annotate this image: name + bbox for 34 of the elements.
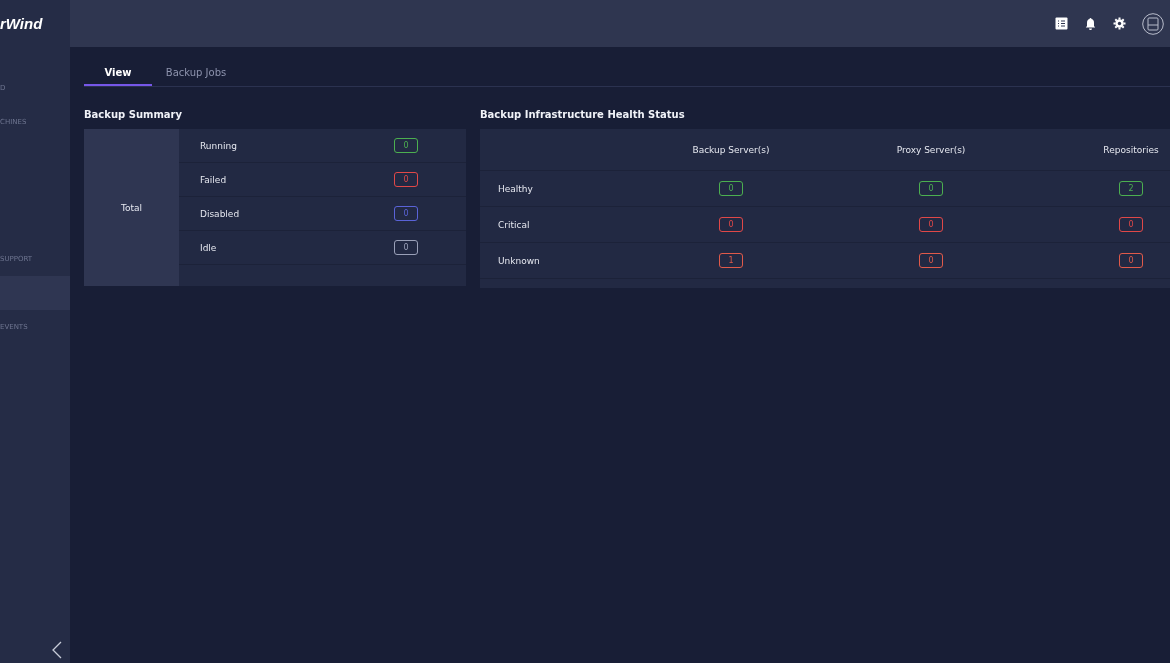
count-badge: 0	[394, 172, 418, 187]
column-header: Repositories	[1031, 129, 1170, 171]
logo: rWind	[0, 14, 44, 34]
collapse-icon[interactable]	[52, 641, 62, 659]
row-label: Critical	[480, 207, 631, 243]
count-badge: 0	[719, 181, 743, 196]
row-label: Healthy	[480, 171, 631, 207]
column-header: Backup Server(s)	[631, 129, 831, 171]
status-label: Running	[200, 140, 237, 151]
section-title: Backup Summary	[84, 109, 184, 120]
count-badge: 0	[394, 240, 418, 255]
count-badge: 0	[394, 206, 418, 221]
count-badge: 0	[1119, 253, 1143, 268]
count-badge: 2	[1119, 181, 1143, 196]
count-badge: 0	[394, 138, 418, 153]
tab[interactable]: Backup Jobs	[162, 65, 230, 86]
count-badge: 0	[919, 217, 943, 232]
total-label: Total	[84, 129, 179, 286]
count-badge: 1	[719, 253, 743, 268]
count-badge: 0	[919, 253, 943, 268]
bell-icon[interactable]	[1084, 17, 1097, 30]
avatar-icon[interactable]	[1142, 12, 1164, 35]
settings-icon[interactable]	[1113, 17, 1126, 30]
status-label: Failed	[200, 174, 227, 185]
tab[interactable]: View	[84, 65, 152, 86]
count-badge: 0	[1119, 217, 1143, 232]
column-header: Proxy Server(s)	[831, 129, 1031, 171]
status-label: Idle	[200, 242, 217, 253]
list-icon[interactable]	[1055, 17, 1068, 30]
count-badge: 0	[719, 217, 743, 232]
count-badge: 0	[919, 181, 943, 196]
section-title: Backup Infrastructure Health Status	[480, 109, 686, 120]
row-label: Unknown	[480, 243, 631, 279]
status-label: Disabled	[200, 208, 240, 219]
